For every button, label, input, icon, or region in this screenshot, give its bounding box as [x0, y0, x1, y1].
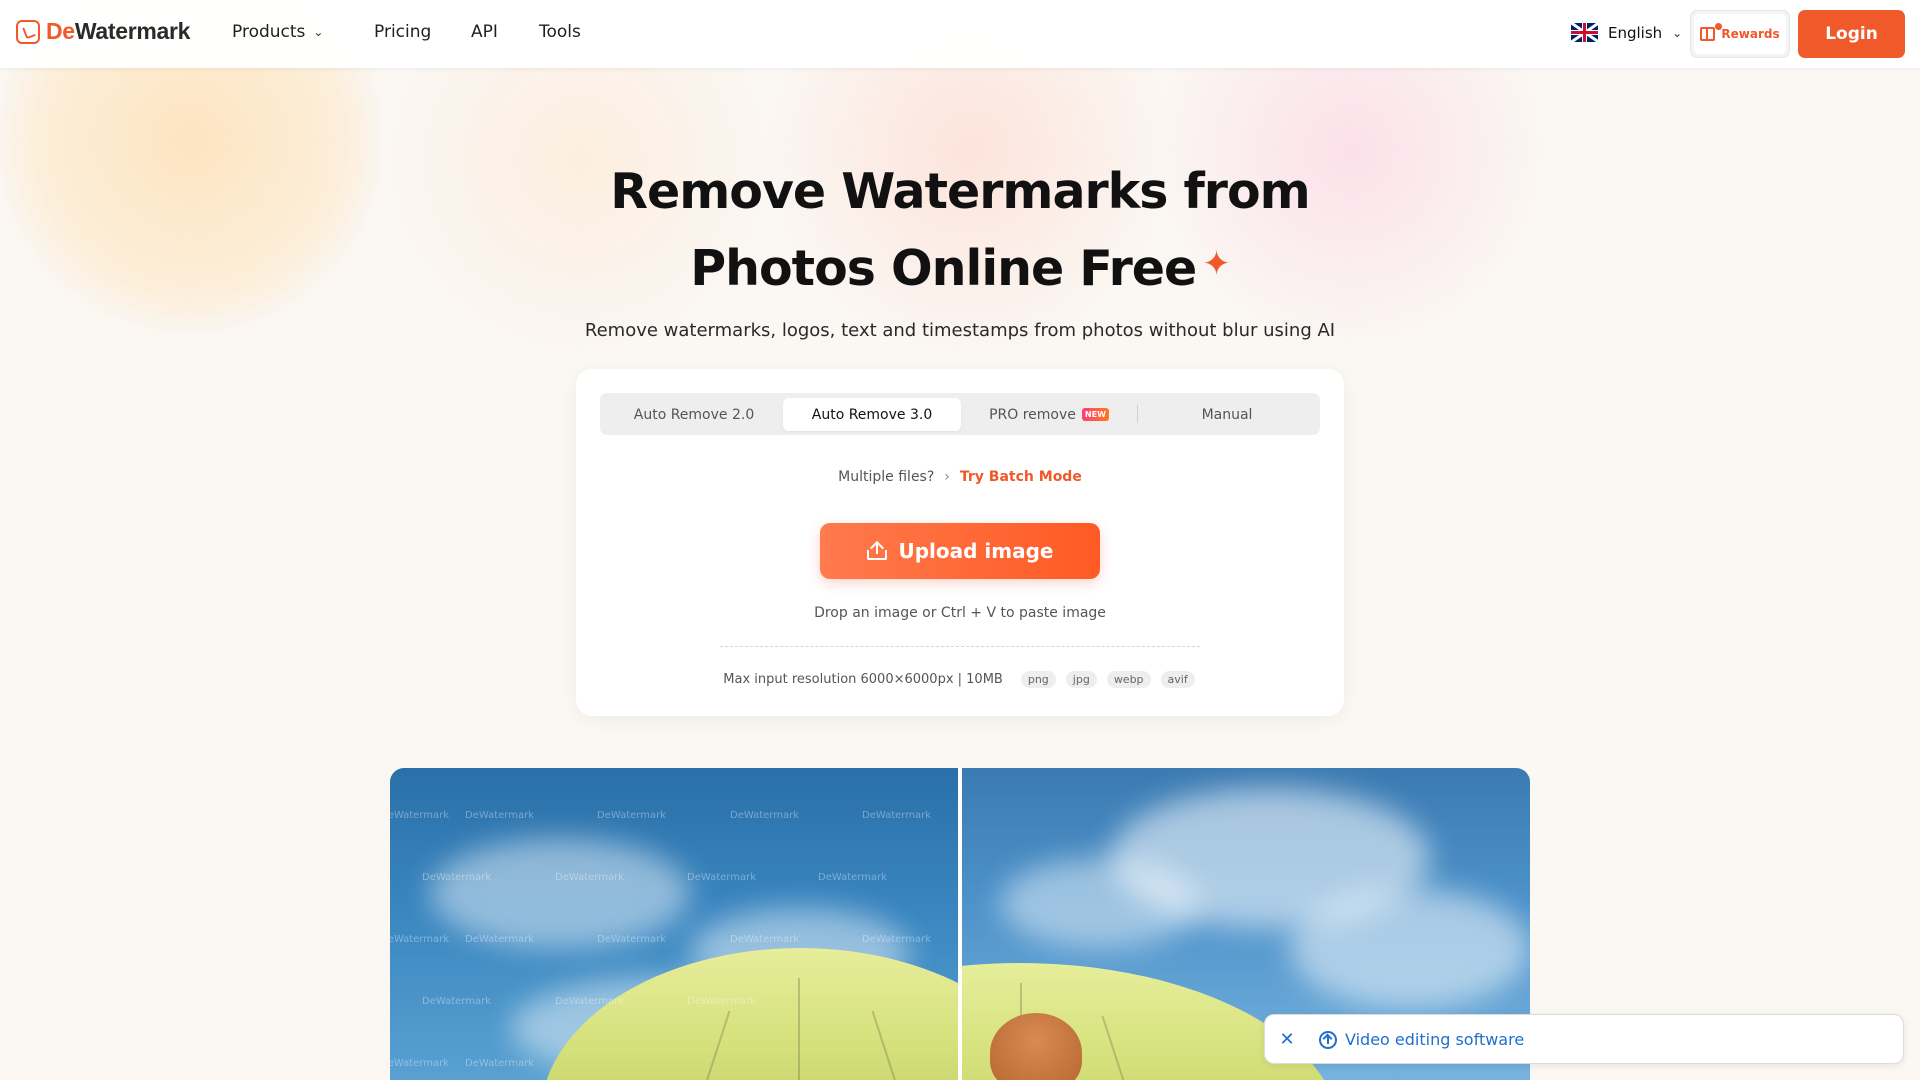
- chevron-down-icon: ⌄: [1672, 25, 1683, 40]
- nav-pricing-label: Pricing: [374, 22, 432, 42]
- language-label: English: [1608, 23, 1663, 42]
- watermark-text: DeWatermark: [597, 810, 667, 821]
- rewards-button[interactable]: Rewards: [1690, 10, 1790, 58]
- login-button[interactable]: Login: [1798, 10, 1905, 58]
- tab-pro-remove[interactable]: PRO remove NEW: [961, 398, 1137, 431]
- nav-products[interactable]: Products ⌄: [232, 22, 323, 42]
- close-icon[interactable]: ✕: [1275, 1028, 1299, 1052]
- tab-label: PRO remove: [989, 406, 1076, 423]
- uk-flag-icon: [1571, 23, 1598, 42]
- watermark-text: DeWatermark: [390, 934, 450, 945]
- watermark-text: DeWatermark: [597, 934, 667, 945]
- watermark-text: DeWatermark: [422, 872, 492, 883]
- watermark-text: DeWatermark: [687, 996, 757, 1007]
- mode-tabs: Auto Remove 2.0 Auto Remove 3.0 PRO remo…: [600, 393, 1320, 435]
- language-selector[interactable]: English ⌄: [1571, 23, 1682, 42]
- format-badge: jpg: [1065, 671, 1097, 688]
- watermark-text: DeWatermark: [818, 872, 888, 883]
- batch-prompt: Multiple files?: [838, 469, 935, 485]
- batch-mode-row: Multiple files? › Try Batch Mode: [576, 469, 1344, 485]
- comparison-slider-handle[interactable]: [958, 768, 962, 1080]
- umbrella-shape: [540, 948, 960, 1080]
- brand-name: DeWatermark: [46, 18, 191, 44]
- upload-label: Upload image: [898, 539, 1054, 563]
- watermark-text: DeWatermark: [465, 1058, 535, 1069]
- dashed-divider: [720, 646, 1200, 647]
- upload-icon: [866, 540, 887, 560]
- gift-icon: [1700, 23, 1723, 41]
- nav-pricing[interactable]: Pricing: [374, 22, 431, 42]
- suggestion-toast: ✕ Video editing software: [1264, 1014, 1904, 1064]
- upload-card: Auto Remove 2.0 Auto Remove 3.0 PRO remo…: [576, 369, 1344, 716]
- watermark-text: DeWatermark: [555, 996, 625, 1007]
- tab-auto-remove-2[interactable]: Auto Remove 2.0: [605, 398, 783, 431]
- toast-link[interactable]: Video editing software: [1345, 1030, 1524, 1049]
- watermark-text: DeWatermark: [390, 1058, 450, 1069]
- watermark-text: DeWatermark: [390, 810, 450, 821]
- hero-title-line2: Photos Online Free: [690, 240, 1197, 297]
- nav-api-label: API: [471, 22, 498, 42]
- nav-tools[interactable]: Tools: [539, 22, 581, 42]
- upload-circle-icon: [1319, 1031, 1337, 1049]
- watermark-text: DeWatermark: [465, 934, 535, 945]
- chevron-right-icon: ›: [944, 469, 950, 485]
- tab-auto-remove-3[interactable]: Auto Remove 3.0: [783, 398, 961, 431]
- chevron-down-icon: ⌄: [313, 25, 324, 39]
- hero-title-line1: Remove Watermarks from: [610, 163, 1310, 220]
- watermark-text: DeWatermark: [422, 996, 492, 1007]
- before-image: DeWatermark DeWatermark DeWatermark DeWa…: [390, 768, 960, 1080]
- watermark-text: DeWatermark: [730, 810, 800, 821]
- watermark-text: DeWatermark: [555, 872, 625, 883]
- drop-hint: Drop an image or Ctrl + V to paste image: [814, 605, 1106, 621]
- batch-mode-link[interactable]: Try Batch Mode: [960, 469, 1082, 485]
- format-badge: avif: [1160, 671, 1195, 688]
- watermark-text: DeWatermark: [687, 872, 757, 883]
- tab-label: Auto Remove 3.0: [811, 406, 933, 423]
- nav-api[interactable]: API: [471, 22, 498, 42]
- upload-image-button[interactable]: Upload image: [820, 523, 1100, 579]
- hero-subtitle: Remove watermarks, logos, text and times…: [584, 320, 1336, 341]
- logo-icon: [16, 19, 40, 44]
- format-badge: png: [1020, 671, 1056, 688]
- nav-tools-label: Tools: [539, 22, 581, 42]
- watermark-text: DeWatermark: [730, 934, 800, 945]
- watermark-text: DeWatermark: [862, 934, 932, 945]
- brand-logo[interactable]: DeWatermark: [16, 18, 190, 45]
- nav-products-label: Products: [232, 22, 306, 42]
- sparkle-icon: ✦: [1202, 244, 1230, 284]
- top-navbar: DeWatermark Products ⌄ Pricing API Tools…: [0, 0, 1920, 68]
- hero-title: Remove Watermarks from Photos Online Fre…: [0, 155, 1920, 305]
- format-badge: webp: [1106, 671, 1151, 688]
- new-badge: NEW: [1081, 408, 1109, 421]
- rewards-label: Rewards: [1721, 27, 1780, 41]
- tab-label: Manual: [1201, 406, 1253, 423]
- max-resolution: Max input resolution 6000×6000px | 10MB: [723, 672, 1003, 687]
- tab-label: Auto Remove 2.0: [633, 406, 755, 423]
- watermark-text: DeWatermark: [862, 810, 932, 821]
- upload-limits: Max input resolution 6000×6000px | 10MB …: [576, 671, 1344, 688]
- watermark-text: DeWatermark: [465, 810, 535, 821]
- tab-manual[interactable]: Manual: [1138, 398, 1316, 431]
